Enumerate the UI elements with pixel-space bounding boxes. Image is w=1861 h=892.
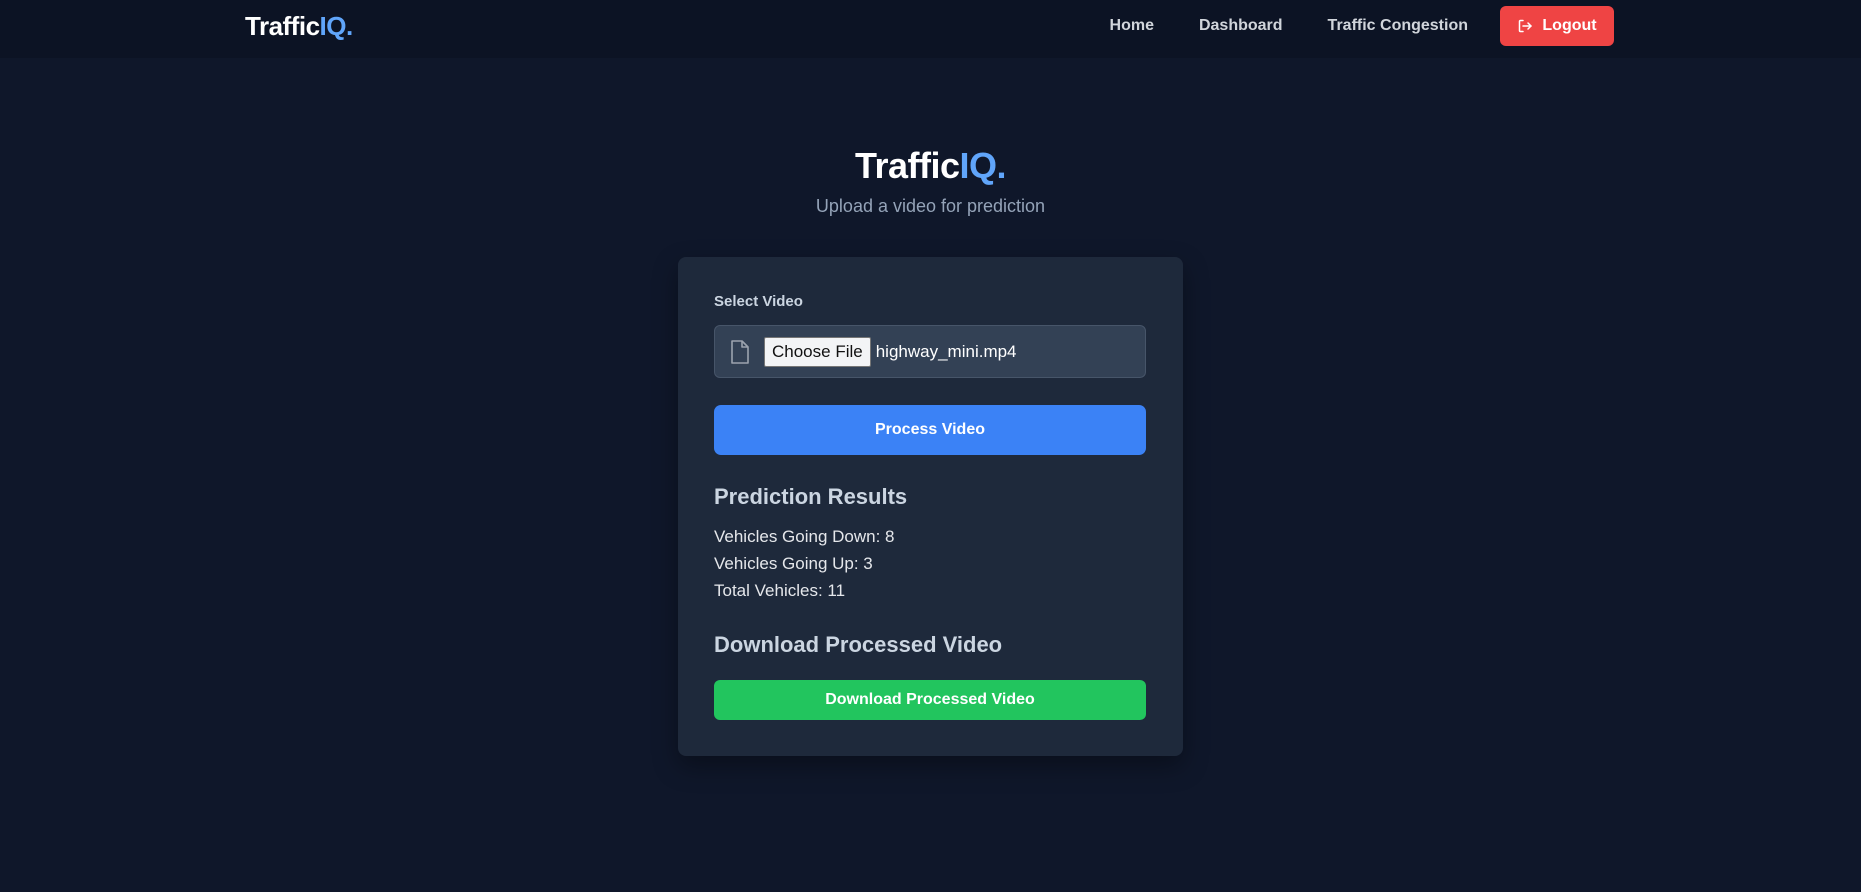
page-title-accent: IQ. — [959, 145, 1007, 186]
logout-arrow-icon — [1517, 18, 1533, 34]
result-total-vehicles: Total Vehicles: 11 — [714, 581, 846, 600]
download-heading: Download Processed Video — [714, 632, 1003, 657]
result-vehicles-up: Vehicles Going Up: 3 — [714, 554, 873, 573]
process-video-button[interactable]: Process Video — [714, 405, 1146, 455]
video-file-input[interactable]: Choose File highway_mini.mp4 — [714, 325, 1146, 378]
page-title-main: Traffic — [854, 145, 960, 186]
logout-button[interactable]: Logout — [1500, 6, 1614, 46]
top-navbar: TrafficIQ. Home Dashboard Traffic Conges… — [0, 0, 1861, 58]
prediction-results-list: Vehicles Going Down: 8 Vehicles Going Up… — [714, 523, 895, 604]
nav-link-dashboard[interactable]: Dashboard — [1199, 6, 1283, 46]
brand-logo[interactable]: TrafficIQ. — [245, 10, 353, 42]
prediction-results-heading: Prediction Results — [714, 484, 908, 509]
brand-name: Traffic — [245, 11, 320, 41]
main-nav: Home Dashboard Traffic Congestion Logout — [1110, 6, 1614, 46]
hero-section: TrafficIQ. Upload a video for prediction — [0, 142, 1861, 218]
page-title: TrafficIQ. — [0, 142, 1861, 190]
brand-accent: IQ. — [319, 11, 354, 41]
selected-file-name: highway_mini.mp4 — [875, 341, 1017, 361]
page-subtitle: Upload a video for prediction — [815, 196, 1046, 216]
upload-card: Select Video Choose File highway_mini.mp… — [678, 257, 1183, 756]
nav-link-home[interactable]: Home — [1110, 6, 1154, 46]
choose-file-button[interactable]: Choose File — [764, 336, 871, 367]
nav-link-traffic-congestion[interactable]: Traffic Congestion — [1328, 6, 1468, 46]
result-vehicles-down: Vehicles Going Down: 8 — [714, 527, 895, 546]
select-video-label: Select Video — [714, 293, 803, 310]
logout-label: Logout — [1542, 17, 1597, 34]
file-icon — [729, 339, 751, 365]
download-video-button[interactable]: Download Processed Video — [714, 680, 1146, 720]
